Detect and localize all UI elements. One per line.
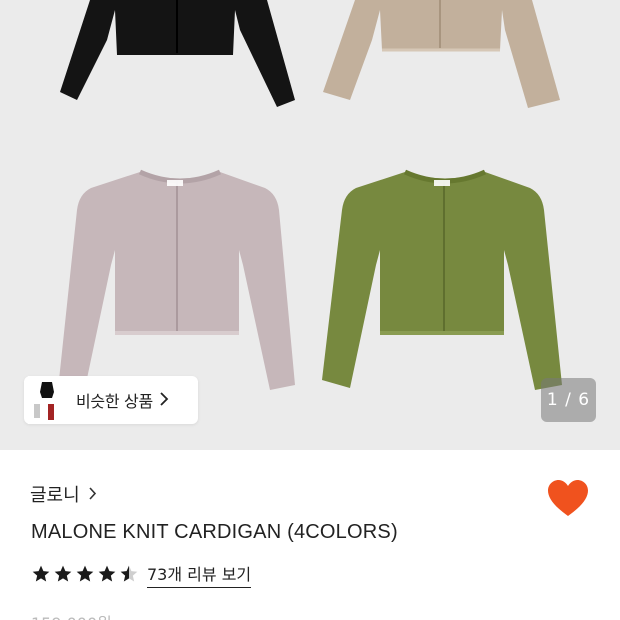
brand-link[interactable]: 글로니 — [30, 481, 97, 507]
chevron-right-icon — [159, 391, 169, 410]
cardigan-image-black — [55, 0, 305, 120]
product-info: 글로니 MALONE KNIT CARDIGAN (4COLORS) 73개 리… — [0, 450, 620, 620]
similar-items-thumbnail — [28, 376, 68, 424]
brand-name: 글로니 — [30, 485, 80, 506]
cardigan-image-oatmeal — [320, 0, 570, 120]
chevron-right-icon — [88, 485, 97, 504]
cardigan-image-lavender — [55, 169, 305, 400]
star-icon — [98, 565, 116, 582]
original-price: 159,000원 — [31, 610, 112, 620]
star-icon — [76, 565, 94, 582]
star-icon — [32, 565, 50, 582]
rating-stars — [31, 564, 139, 584]
similar-items-label: 비슷한 상품 — [76, 392, 153, 411]
cardigan-image-olive — [320, 169, 570, 400]
similar-items-button[interactable]: 비슷한 상품 — [24, 376, 198, 424]
half-star-icon — [120, 565, 138, 582]
star-icon — [54, 565, 72, 582]
image-counter: 1 / 6 — [541, 378, 596, 422]
product-image-gallery[interactable]: 비슷한 상품 1 / 6 — [0, 0, 620, 450]
reviews-link[interactable]: 73개 리뷰 보기 — [147, 561, 252, 588]
rating-row: 73개 리뷰 보기 — [31, 561, 252, 588]
product-title: MALONE KNIT CARDIGAN (4COLORS) — [31, 521, 398, 543]
wishlist-heart-icon[interactable] — [548, 480, 588, 518]
